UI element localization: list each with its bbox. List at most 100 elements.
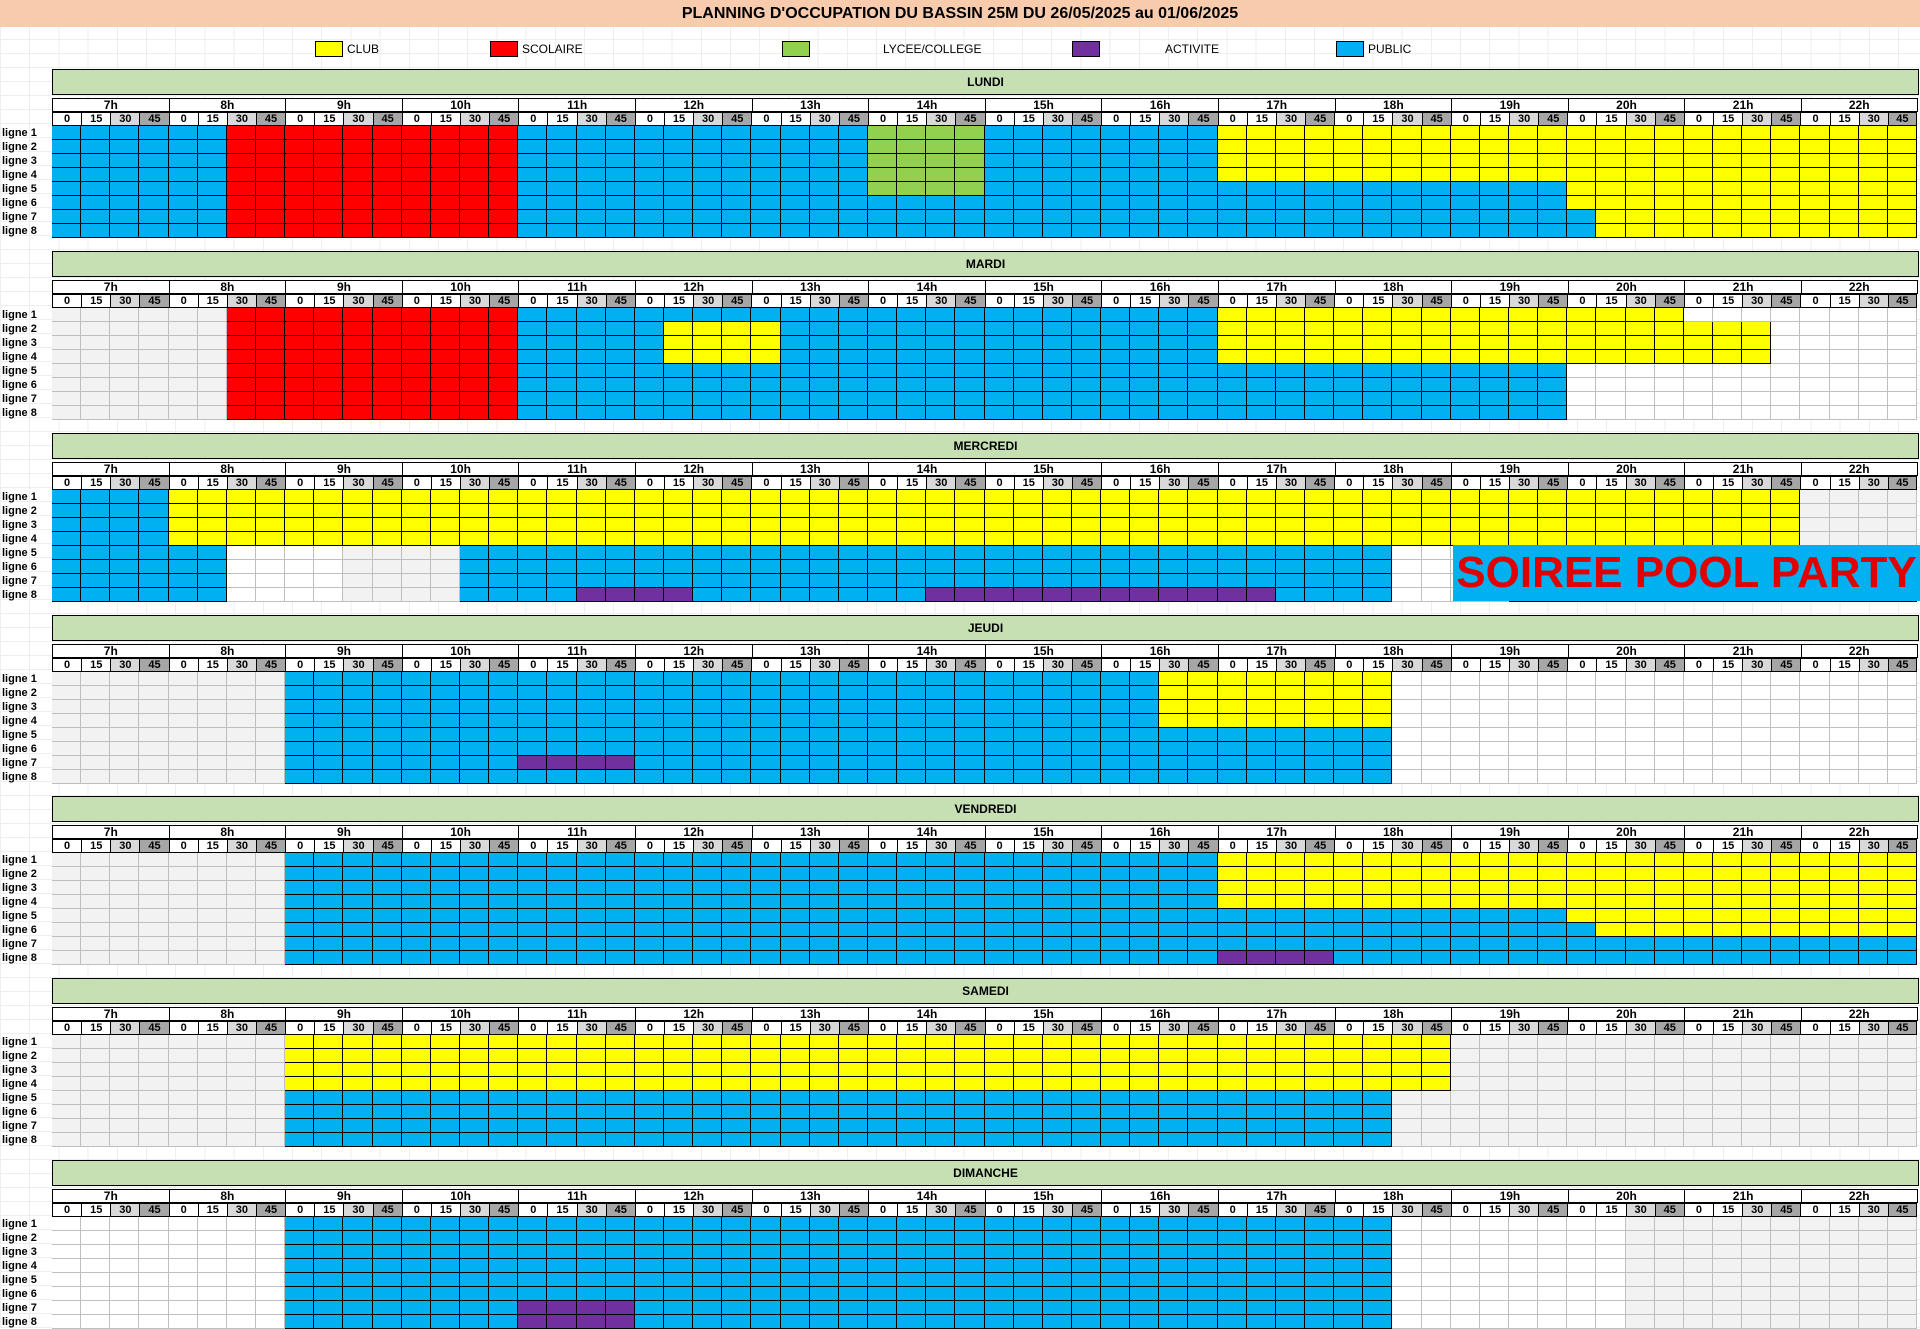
slot-cell[interactable] [867,923,898,937]
slot-cell[interactable] [1217,672,1247,686]
slot-cell[interactable] [1509,392,1539,406]
slot-cell[interactable] [1567,490,1597,504]
slot-cell[interactable] [197,504,227,518]
slot-cell[interactable] [139,308,169,322]
slot-cell[interactable] [401,182,431,196]
slot-cell[interactable] [81,1273,111,1287]
slot-cell[interactable] [1538,895,1568,909]
slot-cell[interactable] [401,504,431,518]
slot-cell[interactable] [489,1287,519,1301]
slot-cell[interactable] [663,308,694,322]
slot-cell[interactable] [693,686,723,700]
slot-cell[interactable] [722,350,752,364]
slot-cell[interactable] [1275,853,1306,867]
slot-cell[interactable] [984,322,1014,336]
slot-cell[interactable] [780,881,810,895]
slot-cell[interactable] [1858,700,1888,714]
slot-cell[interactable] [81,853,111,867]
slot-cell[interactable] [693,728,723,742]
slot-cell[interactable] [285,686,315,700]
slot-cell[interactable] [52,126,82,140]
slot-cell[interactable] [867,881,898,895]
slot-cell[interactable] [1654,728,1684,742]
slot-cell[interactable] [663,532,694,546]
slot-cell[interactable] [722,1119,752,1133]
slot-cell[interactable] [110,742,140,756]
slot-cell[interactable] [1858,1245,1888,1259]
slot-cell[interactable] [52,1077,82,1091]
slot-cell[interactable] [1334,224,1364,238]
slot-cell[interactable] [1683,504,1714,518]
slot-cell[interactable] [81,867,111,881]
slot-cell[interactable] [110,756,140,770]
slot-cell[interactable] [1509,1259,1539,1273]
slot-cell[interactable] [1713,518,1743,532]
slot-cell[interactable] [634,560,664,574]
slot-cell[interactable] [1829,895,1859,909]
slot-cell[interactable] [1800,770,1830,784]
slot-cell[interactable] [1188,853,1218,867]
slot-cell[interactable] [285,770,315,784]
slot-cell[interactable] [430,490,460,504]
slot-cell[interactable] [1421,196,1451,210]
slot-cell[interactable] [1858,1063,1888,1077]
slot-cell[interactable] [1246,1259,1276,1273]
slot-cell[interactable] [1509,196,1539,210]
slot-cell[interactable] [1305,336,1335,350]
slot-cell[interactable] [984,224,1014,238]
slot-cell[interactable] [1567,714,1597,728]
slot-cell[interactable] [809,1259,839,1273]
slot-cell[interactable] [1363,1245,1393,1259]
slot-cell[interactable] [459,224,490,238]
slot-cell[interactable] [430,1035,460,1049]
slot-cell[interactable] [547,881,577,895]
slot-cell[interactable] [1101,937,1131,951]
slot-cell[interactable] [81,1301,111,1315]
slot-cell[interactable] [518,1287,548,1301]
slot-cell[interactable] [1305,756,1335,770]
slot-cell[interactable] [1101,853,1131,867]
slot-cell[interactable] [634,1049,664,1063]
slot-cell[interactable] [1363,1063,1393,1077]
slot-cell[interactable] [1130,322,1160,336]
slot-cell[interactable] [1217,336,1247,350]
slot-cell[interactable] [459,714,490,728]
slot-cell[interactable] [984,1273,1014,1287]
slot-cell[interactable] [1159,1217,1189,1231]
slot-cell[interactable] [518,154,548,168]
slot-cell[interactable] [314,182,344,196]
slot-cell[interactable] [518,937,548,951]
slot-cell[interactable] [1188,1301,1218,1315]
slot-cell[interactable] [1567,1287,1597,1301]
slot-cell[interactable] [1217,518,1247,532]
slot-cell[interactable] [401,364,431,378]
slot-cell[interactable] [1625,1133,1655,1147]
slot-cell[interactable] [1538,154,1568,168]
slot-cell[interactable] [372,867,402,881]
slot-cell[interactable] [226,1217,256,1231]
slot-cell[interactable] [1887,224,1917,238]
slot-cell[interactable] [809,182,839,196]
slot-cell[interactable] [1596,364,1626,378]
slot-cell[interactable] [430,700,460,714]
slot-cell[interactable] [1188,350,1218,364]
slot-cell[interactable] [897,1105,927,1119]
slot-cell[interactable] [1334,1301,1364,1315]
slot-cell[interactable] [1071,546,1102,560]
slot-cell[interactable] [1101,308,1131,322]
slot-cell[interactable] [197,1063,227,1077]
slot-cell[interactable] [1334,196,1364,210]
slot-cell[interactable] [838,140,868,154]
slot-cell[interactable] [955,588,985,602]
slot-cell[interactable] [1421,867,1451,881]
slot-cell[interactable] [1275,714,1306,728]
slot-cell[interactable] [81,1105,111,1119]
slot-cell[interactable] [1450,714,1480,728]
slot-cell[interactable] [1596,224,1626,238]
slot-cell[interactable] [1683,1119,1714,1133]
slot-cell[interactable] [1071,770,1102,784]
slot-cell[interactable] [1567,1035,1597,1049]
slot-cell[interactable] [1771,1217,1801,1231]
slot-cell[interactable] [168,1315,198,1329]
slot-cell[interactable] [1071,532,1102,546]
